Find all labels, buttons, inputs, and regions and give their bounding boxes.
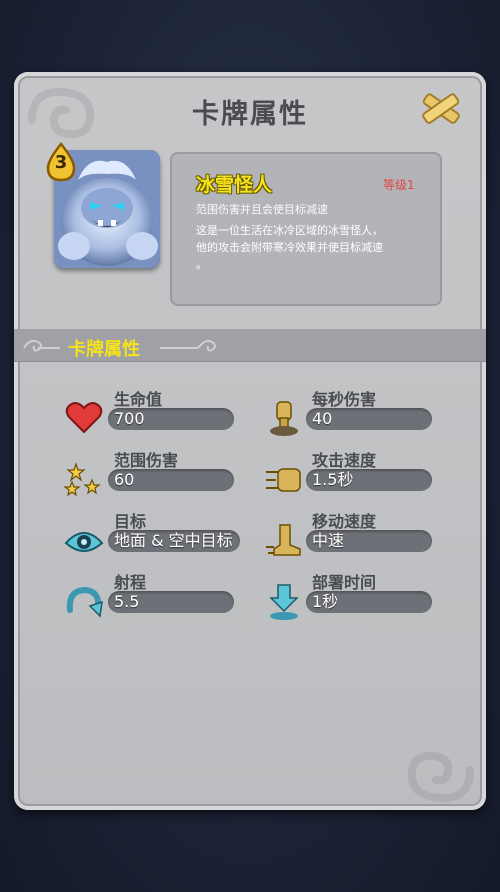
heart-icon: [65, 402, 103, 434]
splash-stars-icon: [64, 462, 101, 497]
stat-label-range: 射程: [114, 573, 147, 592]
stat-label-hit-speed: 攻击速度: [312, 451, 377, 470]
card-subtitle: 范围伤害并且会使目标减速: [196, 203, 328, 216]
stat-value-dps: 40: [312, 409, 333, 428]
stat-label-targets: 目标: [114, 512, 147, 531]
stat-value-range: 5.5: [114, 592, 140, 611]
stat-value-deploy-time: 1秒: [312, 592, 339, 611]
card-name: 冰雪怪人: [196, 174, 273, 196]
close-icon[interactable]: [416, 88, 466, 130]
stat-value-hitpoints: 700: [114, 409, 145, 428]
stat-value-area-damage: 60: [114, 470, 135, 489]
fist-damage-icon: [270, 401, 298, 436]
swirl-decoration-bottom: [407, 751, 474, 803]
stat-value-targets: 地面 & 空中目标: [114, 531, 233, 550]
description-line: 这是一位生活在冰冷区域的冰雪怪人，: [196, 224, 383, 237]
description-line: 。: [196, 258, 207, 271]
stat-value-hit-speed: 1.5秒: [312, 470, 354, 489]
description-line: 他的攻击会附带寒冷效果并使目标减速: [196, 241, 383, 254]
target-eye-icon: [64, 532, 104, 552]
stat-label-hitpoints: 生命值: [114, 390, 163, 409]
swirl-ornament-right-icon: [160, 339, 216, 352]
stat-label-speed: 移动速度: [312, 512, 377, 531]
punch-speed-icon: [266, 468, 301, 492]
stat-value-speed: 中速: [312, 531, 345, 550]
boot-speed-icon: [266, 524, 301, 556]
swirl-ornament-left-icon: [23, 339, 60, 352]
deploy-arrow-icon: [269, 584, 299, 620]
card-level: 等级1: [383, 178, 415, 192]
elixir-cost: 3: [54, 152, 68, 173]
range-arc-icon: [66, 586, 103, 618]
stat-label-dps: 每秒伤害: [312, 390, 377, 409]
stat-label-deploy-time: 部署时间: [312, 573, 377, 592]
card-description: 这是一位生活在冰冷区域的冰雪怪人， 他的攻击会附带寒冷效果并使目标减速 。: [196, 222, 420, 273]
stat-label-area-damage: 范围伤害: [114, 451, 179, 470]
section-title: 卡牌属性: [68, 339, 140, 360]
